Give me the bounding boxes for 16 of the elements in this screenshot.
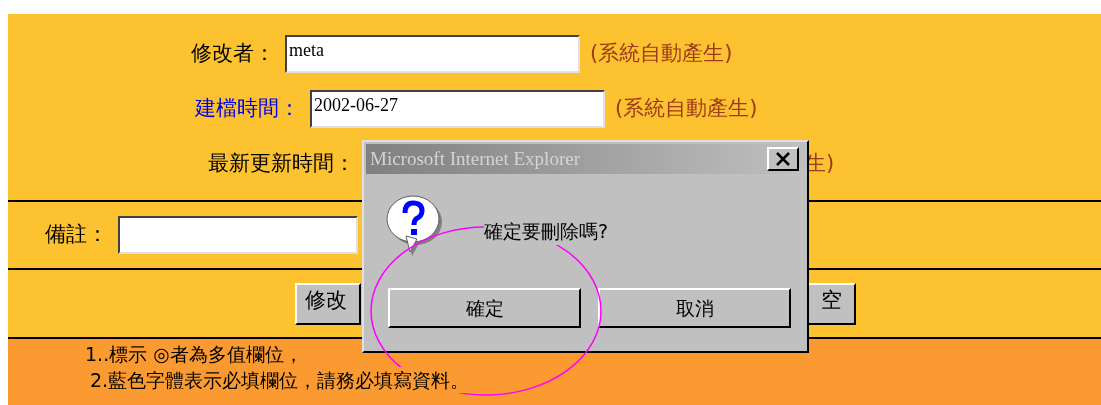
text-field[interactable]: 2002-06-27 (310, 90, 605, 128)
field-label: 建檔時間： (194, 95, 300, 123)
close-button[interactable] (767, 147, 799, 171)
hint-text: (系統自動產生) (590, 40, 733, 68)
close-icon (775, 152, 791, 166)
dialog-button[interactable]: 確定 (388, 288, 581, 328)
window-title: Microsoft Internet Explorer (370, 146, 580, 171)
question-icon (386, 194, 444, 258)
field-label: 修改者： (190, 40, 275, 68)
field-label: 最新更新時間： (207, 150, 355, 178)
field-label: 備註： (45, 221, 108, 249)
form-button[interactable]: 修改 (295, 282, 361, 325)
text-field[interactable]: meta (285, 35, 580, 73)
hint-text: (系統自動產生) (615, 95, 758, 123)
dialog-button[interactable]: 取消 (598, 288, 791, 328)
remark-field[interactable] (118, 216, 358, 254)
